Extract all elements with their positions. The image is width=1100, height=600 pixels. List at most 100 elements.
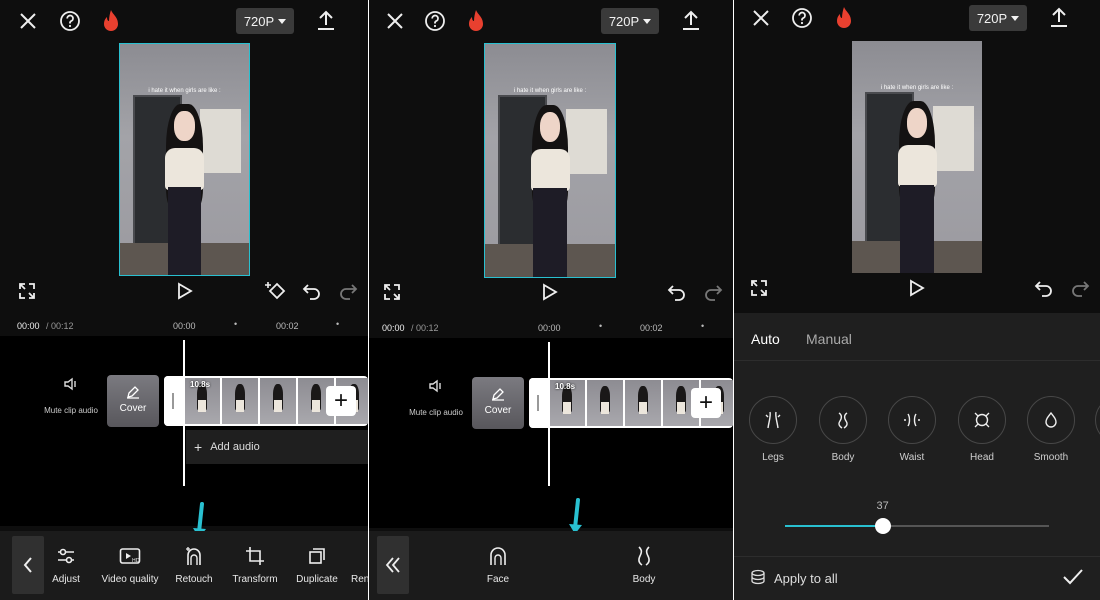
tool-duplicate[interactable]: Duplicate [294,544,340,585]
ruler-dot: • [234,319,238,329]
cover-button[interactable]: Cover [472,377,524,429]
close-icon[interactable] [383,9,407,33]
mute-clip-audio-button[interactable]: Mute clip audio [401,378,471,417]
export-icon[interactable] [679,8,703,32]
play-icon[interactable] [538,280,562,304]
help-icon[interactable] [58,9,82,33]
add-audio-label: Add audio [210,441,260,453]
bottom-toolbar [369,531,733,600]
option-head[interactable] [958,396,1006,444]
undo-icon[interactable] [665,280,689,304]
tool-adjust[interactable]: Adjust [50,544,82,585]
redo-icon [336,279,360,303]
retouch-icon [174,544,214,568]
fullscreen-icon[interactable] [16,280,38,302]
plus-icon: + [698,389,713,416]
undo-icon[interactable] [300,279,324,303]
help-icon[interactable] [423,9,447,33]
tool-retouch[interactable]: Retouch [174,544,214,585]
ruler-dot: • [599,321,603,331]
option-body[interactable] [819,396,867,444]
video-caption: i hate it when girls are like : [148,87,221,94]
ruler-tick: 00:00 [173,321,196,331]
apply-to-all-label: Apply to all [774,570,838,586]
slider-fill [785,525,883,527]
close-icon[interactable] [16,9,40,33]
fullscreen-icon[interactable] [381,281,403,303]
timeline-area[interactable] [369,338,733,528]
legs-icon [765,411,781,429]
play-icon[interactable] [173,279,197,303]
tool-video-quality[interactable]: HD Video quality [98,544,162,585]
undo-icon[interactable] [1032,276,1056,300]
speaker-icon [36,376,106,398]
add-audio-button[interactable]: + Add audio [186,430,368,464]
checkmark-icon[interactable] [1062,567,1084,592]
mute-label: Mute clip audio [44,406,98,415]
option-waist-label: Waist [899,452,925,463]
editor-panel-2: 720P i hate it when girls are like : 00:… [369,0,733,600]
resolution-button[interactable]: 720P [236,8,294,34]
option-waist[interactable] [888,396,936,444]
chevron-down-icon [278,18,287,24]
speaker-icon [401,378,471,400]
tool-body[interactable]: Body [624,544,664,585]
redo-icon [701,280,725,304]
svg-text:HD: HD [132,558,140,564]
flame-icon[interactable] [833,5,855,31]
resolution-button[interactable]: 720P [601,8,659,34]
video-caption: i hate it when girls are like : [880,85,954,92]
pencil-icon [491,387,505,406]
timecode-current: 00:00 [17,321,40,331]
video-caption: i hate it when girls are like : [513,88,587,95]
add-clip-button[interactable]: + [691,388,721,418]
video-preview[interactable]: i hate it when girls are like : [484,43,616,278]
clip-trim-handle[interactable] [164,376,182,426]
tab-manual[interactable]: Manual [806,331,852,347]
drop-icon [1045,411,1057,428]
hd-icon: HD [98,544,162,568]
apply-to-all-button[interactable]: Apply to all [750,569,838,587]
playhead[interactable] [183,340,185,486]
option-head-label: Head [970,452,994,463]
video-clip-strip[interactable]: 10.8s + [529,378,733,428]
ruler-dot: • [336,319,340,329]
toolbar-back-button[interactable] [12,536,44,594]
tool-face[interactable]: Face [478,544,518,585]
keyframe-icon[interactable] [263,279,289,303]
video-preview[interactable]: i hate it when girls are like : [119,43,250,276]
ruler-tick: 00:02 [640,323,663,333]
export-icon[interactable] [1047,5,1071,29]
cover-button[interactable]: Cover [107,375,159,427]
fullscreen-icon[interactable] [748,277,770,299]
flame-icon[interactable] [100,8,122,34]
option-smooth[interactable] [1027,396,1075,444]
playhead[interactable] [548,342,550,486]
help-icon[interactable] [790,6,814,30]
chevron-down-icon [643,18,652,24]
cover-label: Cover [484,405,512,416]
option-legs[interactable] [749,396,797,444]
export-icon[interactable] [314,8,338,32]
slider-knob[interactable] [874,518,891,534]
retouch-tabs: Auto Manual [734,313,1100,361]
ruler-tick: 00:00 [538,323,561,333]
resolution-label: 720P [976,10,1008,26]
mute-clip-audio-button[interactable]: Mute clip audio [36,376,106,415]
flame-icon[interactable] [465,8,487,34]
close-icon[interactable] [749,6,773,30]
plus-icon: + [194,439,203,455]
resolution-button[interactable]: 720P [969,5,1027,31]
tab-auto[interactable]: Auto [751,331,780,347]
tool-rename[interactable]: Ren [351,544,368,585]
video-preview[interactable]: i hate it when girls are like : [852,41,982,273]
add-clip-button[interactable]: + [326,386,356,416]
slider-value: 37 [876,500,889,512]
play-icon[interactable] [905,276,929,300]
toolbar-back-button[interactable] [377,536,409,594]
clip-trim-handle[interactable] [529,378,547,428]
timecode-total: / 00:12 [411,323,439,333]
video-clip-strip[interactable]: 10.8s + [164,376,368,426]
tool-transform[interactable]: Transform [230,544,280,585]
apply-bar: Apply to all [734,556,1100,600]
